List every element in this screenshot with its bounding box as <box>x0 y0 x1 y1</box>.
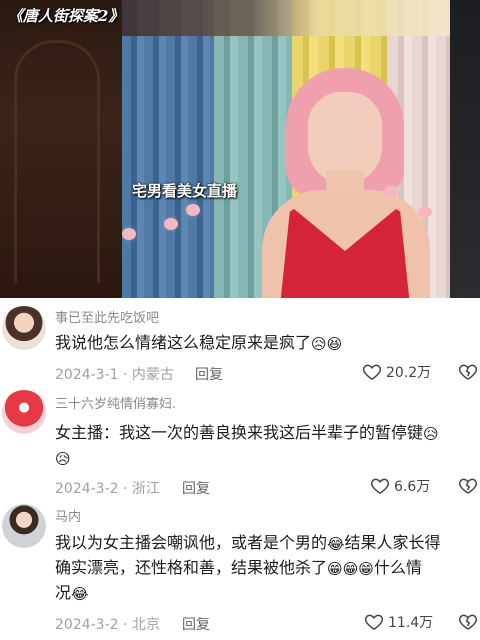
video-player[interactable]: 宅男看美女直播 《唐人街探案2》 <box>0 0 480 298</box>
comment-text-content: 什么情 <box>373 558 422 577</box>
heart-outline-icon <box>364 614 384 630</box>
broken-heart-icon[interactable] <box>458 612 478 632</box>
like-button[interactable]: 11.4万 <box>364 612 433 632</box>
cry-laugh-emoji-icon: 😂 <box>71 585 89 603</box>
like-button[interactable]: 6.6万 <box>370 476 430 496</box>
laugh-emoji-icon: 😆 <box>326 335 343 353</box>
like-count: 11.4万 <box>388 615 434 631</box>
comment-text: 女主播：我这一次的善良换来我这后半辈子的暂停键😥 😥 <box>55 420 475 470</box>
grin-emoji-icon: 😁 <box>327 560 343 578</box>
comment-text-content: 况 <box>55 583 72 602</box>
background-doorway <box>0 0 122 298</box>
live-stream-frame <box>122 0 450 298</box>
comment-text-content: 确实漂亮，还性格和善，结果被他杀了 <box>55 558 328 577</box>
reply-button[interactable]: 回复 <box>195 364 223 384</box>
show-title: 《唐人街探案2》 <box>8 7 124 25</box>
sad-emoji-icon: 😥 <box>55 450 71 468</box>
comment-text-content: 我以为女主播会嘲讽他，或者是个男的 <box>55 533 328 552</box>
comment-text: 我以为女主播会嘲讽他，或者是个男的😂结果人家长得 确实漂亮，还性格和善，结果被他… <box>55 530 475 605</box>
avatar[interactable] <box>2 390 46 434</box>
sad-emoji-icon: 😥 <box>423 425 439 443</box>
comment-date-location: 2024-3-2 · 浙江 <box>55 481 160 497</box>
video-caption: 宅男看美女直播 <box>132 182 238 200</box>
avatar[interactable] <box>2 306 46 350</box>
heart-outline-icon <box>362 364 382 380</box>
comment-text-content: 女主播：我这一次的善良换来我这后半辈子的暂停键 <box>55 423 424 442</box>
cry-laugh-emoji-icon: 😂 <box>327 535 345 553</box>
reply-button[interactable]: 回复 <box>182 478 210 498</box>
comment-username[interactable]: 三十六岁纯情俏寡妇. <box>55 393 176 412</box>
avatar[interactable] <box>2 504 46 548</box>
like-button[interactable]: 20.2万 <box>362 362 431 382</box>
comment-date-location: 2024-3-2 · 北京 <box>55 617 160 633</box>
string-lights <box>122 0 450 298</box>
comment-text-content: 我说他怎么情绪这么稳定原来是疯了 <box>55 333 312 352</box>
comment-username[interactable]: 马内 <box>55 506 81 525</box>
grin-emoji-icon: 😁 <box>342 560 359 578</box>
comment-date-location: 2024-3-1 · 内蒙古 <box>55 367 174 383</box>
background-right-edge <box>450 0 480 298</box>
like-count: 20.2万 <box>386 365 432 381</box>
comment-text: 我说他怎么情绪这么稳定原来是疯了😥😆 <box>55 330 475 355</box>
like-count: 6.6万 <box>394 479 431 495</box>
comment-text-content: 结果人家长得 <box>344 533 441 552</box>
broken-heart-icon[interactable] <box>458 476 478 496</box>
comment-list: 事已至此先吃饭吧 我说他怎么情绪这么稳定原来是疯了😥😆 2024-3-1 · 内… <box>0 298 480 640</box>
broken-heart-icon[interactable] <box>458 362 478 382</box>
heart-outline-icon <box>370 478 390 494</box>
grin-emoji-icon: 😁 <box>358 560 374 578</box>
reply-button[interactable]: 回复 <box>182 614 210 634</box>
sad-emoji-icon: 😥 <box>311 335 327 353</box>
comment-username[interactable]: 事已至此先吃饭吧 <box>55 307 159 326</box>
